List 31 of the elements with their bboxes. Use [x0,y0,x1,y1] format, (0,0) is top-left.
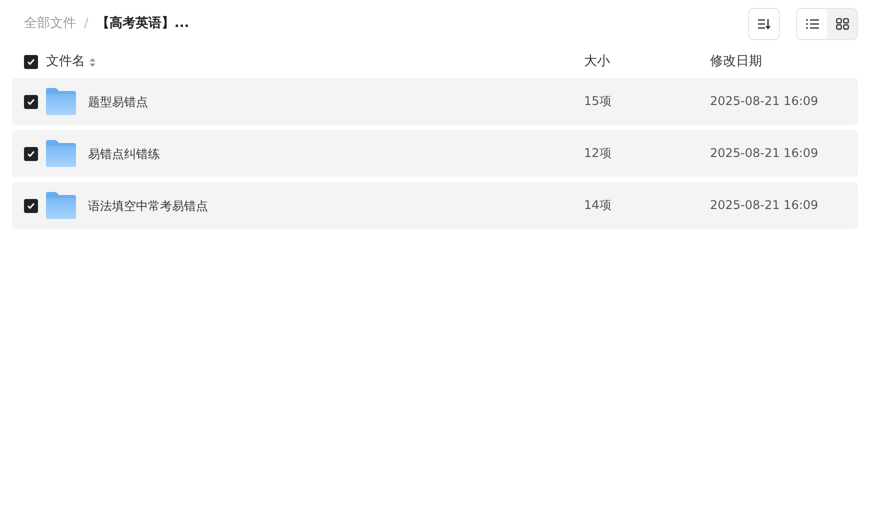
breadcrumb-separator: / [84,15,88,34]
sort-icon [757,18,771,30]
column-header[interactable]: 文件名 [46,52,85,72]
list-icon [806,19,818,29]
grid-icon [836,18,848,30]
modified-date: 2025-08-21 16:09 [710,198,818,212]
folder-icon [46,88,76,115]
checkbox[interactable] [24,198,38,212]
check-icon [27,150,35,158]
sort-button[interactable] [748,8,780,40]
sort-icon[interactable] [89,56,96,68]
check-icon [27,202,35,210]
folder-icon [46,192,76,219]
modified-date: 2025-08-21 16:09 [710,94,818,108]
checkbox[interactable] [24,55,38,69]
item-count: 14项 [584,198,612,212]
breadcrumb-current: 【高考英语】... [96,14,190,34]
column-header: 修改日期 [710,54,762,70]
folder-name[interactable]: 语法填空中常考易错点 [88,196,208,214]
item-count: 12项 [584,146,612,160]
folder-icon [46,140,76,167]
checkbox[interactable] [24,146,38,160]
check-icon [27,58,35,66]
modified-date: 2025-08-21 16:09 [710,146,818,160]
checkbox[interactable] [24,94,38,108]
folder-name[interactable]: 题型易错点 [88,92,148,110]
grid-view-button[interactable] [827,9,857,39]
item-count: 15项 [584,94,612,108]
folder-name[interactable]: 易错点纠错练 [88,144,160,162]
check-icon [27,98,35,106]
column-header: 大小 [584,54,610,70]
